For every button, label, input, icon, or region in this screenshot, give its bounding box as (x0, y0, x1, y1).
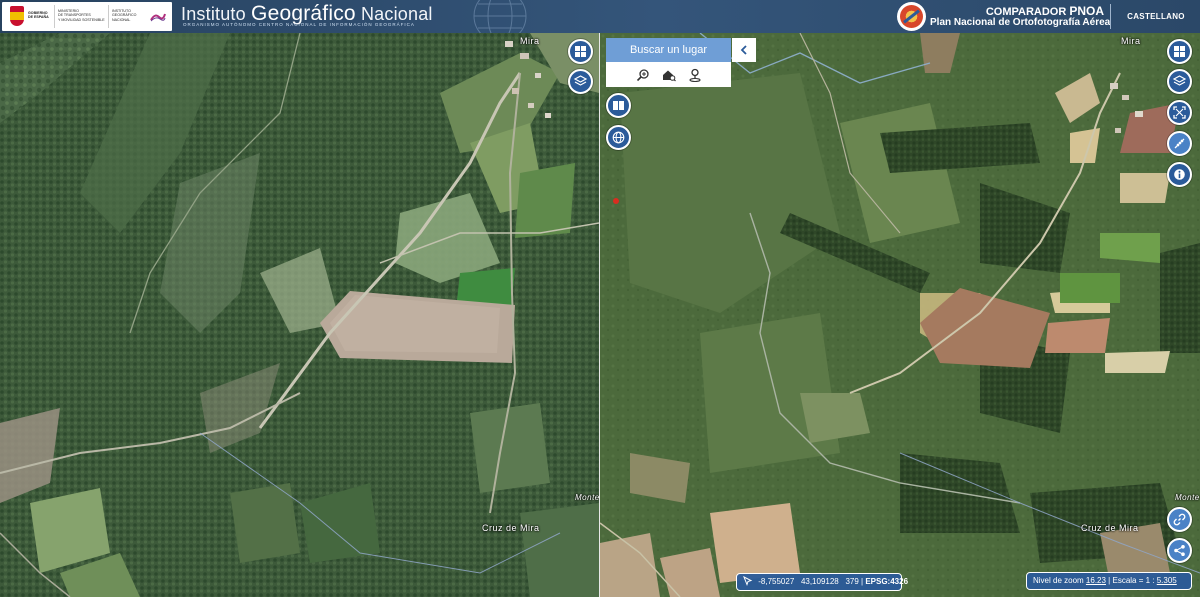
layout-button-left[interactable] (568, 39, 593, 64)
ruler-icon (1174, 138, 1185, 149)
language-selector[interactable]: CASTELLANO (1112, 0, 1200, 33)
search-home-button[interactable] (662, 68, 676, 82)
map-pane-right[interactable]: Mira Cruz de Mira Monte (600, 33, 1200, 597)
zoom-label: Nivel de zoom (1033, 576, 1084, 585)
share-button[interactable] (1167, 538, 1192, 563)
place-label-mira: Mira (1121, 36, 1141, 46)
layout-button-right[interactable] (606, 93, 631, 118)
institution-subtitle: ORGANISMO AUTÓNOMO CENTRO NACIONAL DE IN… (183, 22, 415, 27)
place-label-monte: Monte (1175, 493, 1200, 502)
search-tools (606, 62, 731, 87)
layers-button-right[interactable] (1167, 69, 1192, 94)
ministry-text: MINISTERIO DE TRANSPORTES Y MOVILIDAD SO… (58, 9, 105, 22)
scale-value[interactable]: 5.305 (1157, 576, 1177, 585)
coat-of-arms-icon (10, 6, 24, 26)
layers-button-left[interactable] (568, 69, 593, 94)
coordinates-readout: -8,755027 43,109128 379 | EPSG:4326 (736, 573, 908, 591)
search-place-button[interactable]: Buscar un lugar (606, 38, 731, 62)
zoom-scale-readout: Nivel de zoom 16.23 | Escala = 1 : 5.305 (1026, 572, 1192, 590)
institution-title[interactable]: Instituto Geográfico Nacional (181, 2, 433, 25)
collapse-search-button[interactable] (732, 38, 756, 62)
globe-icon (612, 131, 625, 144)
search-zoom-icon (636, 68, 649, 81)
aerial-imagery-left[interactable] (0, 33, 599, 597)
map-pane-left[interactable]: Mira Cruz de Mira Monte (0, 33, 599, 597)
search-home-icon (662, 70, 676, 81)
chevron-left-icon (740, 45, 747, 55)
government-logo[interactable]: GOBIERNO DE ESPAÑA MINISTERIO DE TRANSPOR… (2, 2, 172, 31)
zoom-extent-icon (1173, 106, 1186, 119)
link-icon (1173, 513, 1186, 526)
app-title: COMPARADOR PNOA (985, 4, 1104, 18)
layers-icon (1173, 75, 1186, 86)
swipe-divider[interactable] (599, 33, 600, 597)
search-location-button[interactable] (688, 68, 702, 82)
globe-button[interactable] (606, 125, 631, 150)
search-panel: Buscar un lugar (606, 38, 756, 87)
share-icon (1174, 545, 1185, 556)
aerial-imagery-right[interactable] (600, 33, 1200, 597)
coord-crs: EPSG:4326 (865, 577, 909, 586)
coord-lon: -8,755027 (758, 577, 795, 586)
link-button[interactable] (1167, 507, 1192, 532)
ign-mark-icon (150, 13, 166, 22)
coord-alt: 379 (845, 577, 859, 586)
pnoa-logo (897, 2, 926, 31)
book-layout-icon (613, 101, 624, 110)
agency-text: INSTITUTO GEOGRÁFICO NACIONAL (112, 9, 137, 22)
app-window: GOBIERNO DE ESPAÑA MINISTERIO DE TRANSPOR… (0, 0, 1200, 597)
layers-icon (574, 75, 587, 86)
info-icon (1174, 169, 1185, 180)
place-label-mira: Mira (520, 36, 540, 46)
coord-lat: 43,109128 (800, 577, 839, 586)
layout-button-right-col[interactable] (1167, 39, 1192, 64)
layout-icon (575, 46, 586, 57)
layout-icon (1174, 46, 1185, 57)
header-bar: GOBIERNO DE ESPAÑA MINISTERIO DE TRANSPOR… (0, 0, 1200, 43)
gov-text: GOBIERNO DE ESPAÑA (28, 11, 49, 20)
search-location-icon (688, 68, 701, 82)
place-label-cruz-de-mira: Cruz de Mira (1081, 523, 1139, 533)
zoom-value[interactable]: 16.23 (1086, 576, 1106, 585)
app-subtitle: Plan Nacional de Ortofotografía Aérea (930, 17, 1111, 28)
search-zoom-button[interactable] (636, 68, 650, 82)
info-button[interactable] (1167, 162, 1192, 187)
cursor-icon (743, 576, 753, 586)
location-marker-icon (613, 198, 619, 204)
place-label-cruz-de-mira: Cruz de Mira (482, 523, 540, 533)
place-label-monte: Monte (575, 493, 599, 502)
measure-button[interactable] (1167, 131, 1192, 156)
zoom-extent-button[interactable] (1167, 100, 1192, 125)
